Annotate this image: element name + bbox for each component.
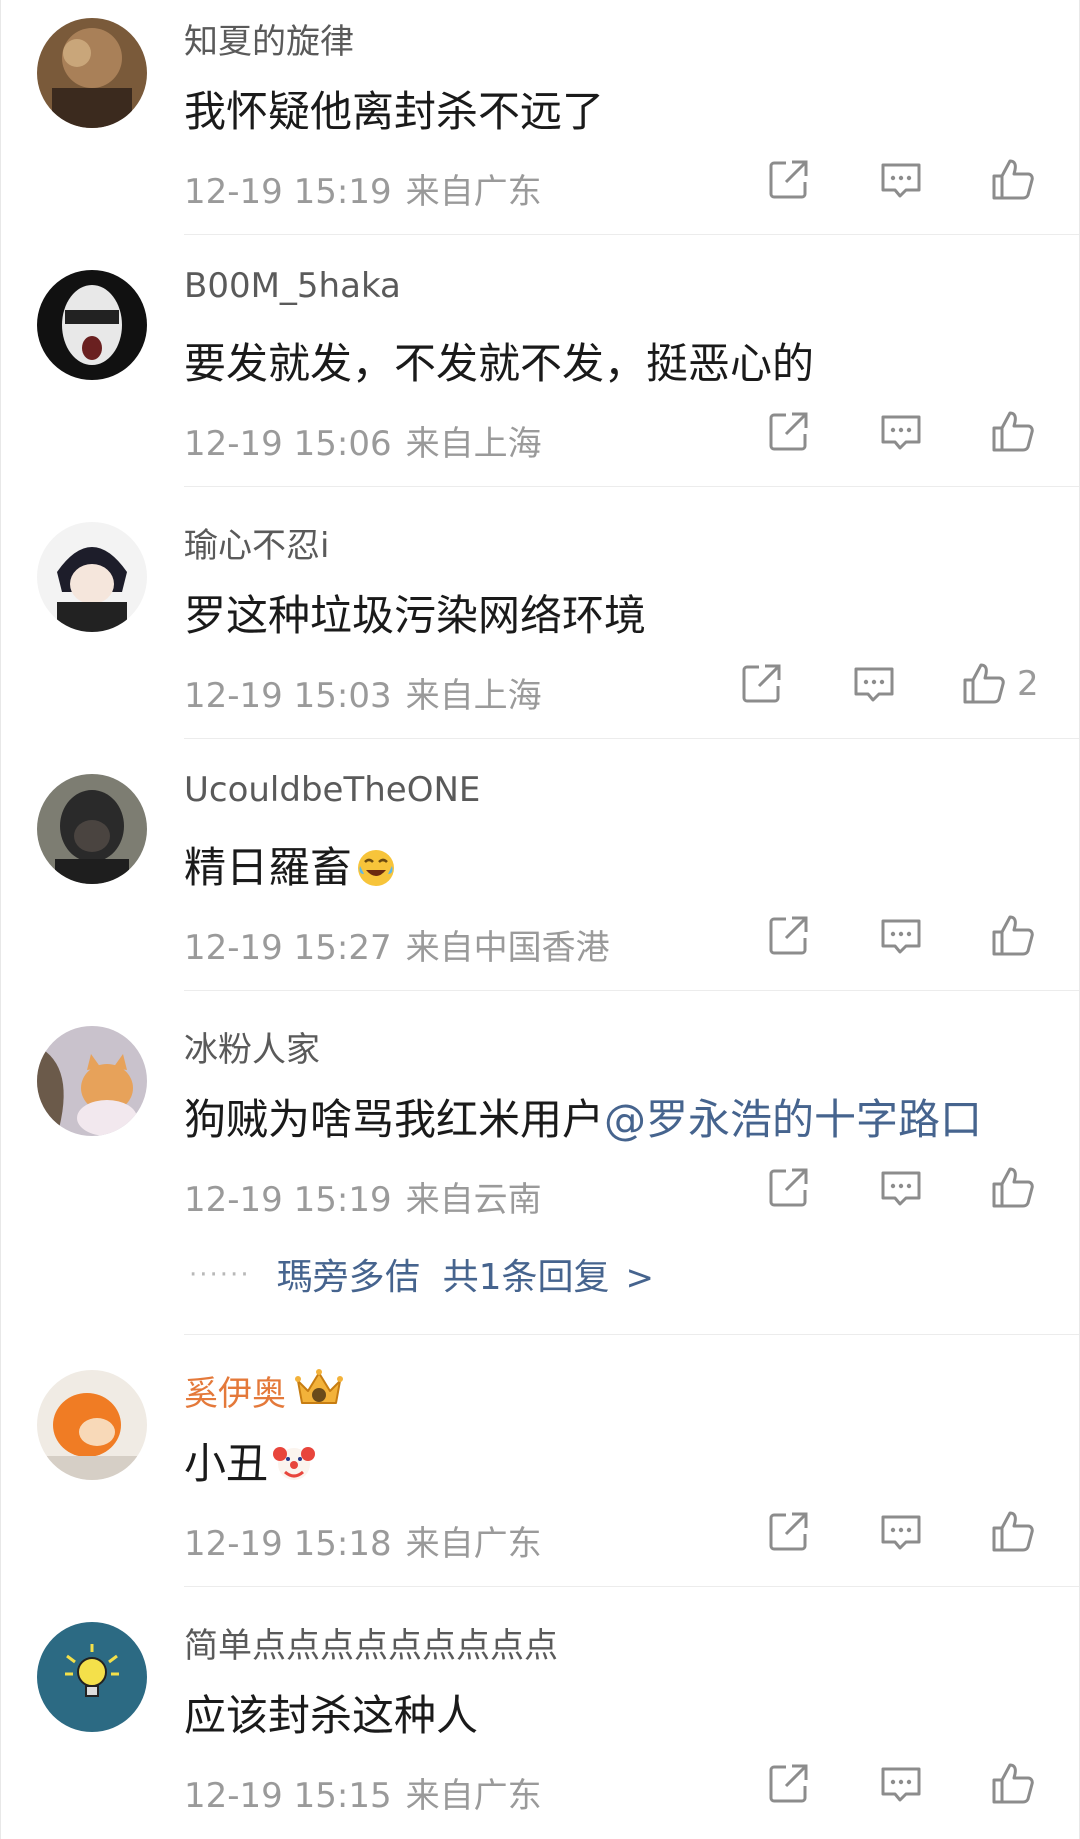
share-icon[interactable] — [766, 1508, 812, 1554]
share-icon[interactable] — [766, 1760, 812, 1806]
comment-list: 知夏的旋律 我怀疑他离封杀不远了 12-19 15:19 来自广东 B00M_5h… — [0, 0, 1080, 1839]
avatar[interactable] — [37, 1026, 147, 1136]
comment-text-body: 狗贼为啥骂我红米用户 — [184, 1095, 605, 1144]
divider — [184, 234, 1079, 235]
comment-meta: 12-19 15:06 来自上海 — [184, 416, 542, 465]
comment-icon[interactable] — [878, 1164, 924, 1210]
like-icon[interactable] — [990, 156, 1036, 202]
comment-meta: 12-19 15:27 来自中国香港 — [184, 920, 610, 969]
comment-meta: 12-19 15:03 来自上海 — [184, 668, 542, 717]
avatar[interactable] — [37, 774, 147, 884]
clown-emoji — [272, 1440, 316, 1494]
timestamp: 12-19 15:06 — [184, 424, 392, 464]
comment-text: 要发就发，不发就不发，挺恶心的 — [184, 339, 815, 388]
comment-text: 精日羅畜 — [184, 834, 396, 898]
username[interactable]: 奚伊奥 — [184, 1366, 344, 1418]
username-text: 奚伊奥 — [184, 1374, 286, 1414]
comment-text: 我怀疑他离封杀不远了 — [184, 87, 605, 136]
comment-meta: 12-19 15:19 来自云南 — [184, 1172, 542, 1221]
comment-text: 小丑 — [184, 1430, 316, 1494]
share-icon[interactable] — [766, 912, 812, 958]
comment-icon[interactable] — [878, 912, 924, 958]
share-icon[interactable] — [766, 408, 812, 454]
location: 来自上海 — [405, 676, 542, 716]
share-icon[interactable] — [739, 660, 785, 706]
username[interactable]: 简单点点点点点点点点点 — [184, 1618, 558, 1667]
avatar[interactable] — [37, 270, 147, 380]
comment-text-body: 小丑 — [184, 1439, 269, 1488]
comment-icon[interactable] — [851, 660, 897, 706]
divider — [184, 486, 1079, 487]
timestamp: 12-19 15:18 — [184, 1524, 392, 1564]
username[interactable]: 冰粉人家 — [184, 1022, 320, 1071]
timestamp: 12-19 15:19 — [184, 1180, 392, 1220]
timestamp: 12-19 15:15 — [184, 1776, 392, 1816]
share-icon[interactable] — [766, 156, 812, 202]
comment-icon[interactable] — [878, 1508, 924, 1554]
share-icon[interactable] — [766, 1164, 812, 1210]
location: 来自上海 — [405, 424, 542, 464]
reply-count: 共1条回复 — [442, 1257, 610, 1298]
avatar[interactable] — [37, 18, 147, 128]
avatar[interactable] — [37, 522, 147, 632]
comment-text: 应该封杀这种人 — [184, 1691, 479, 1740]
comment-text: 罗这种垃圾污染网络环境 — [184, 591, 647, 640]
comment-meta: 12-19 15:18 来自广东 — [184, 1516, 542, 1565]
like-count: 2 — [1017, 664, 1039, 704]
username[interactable]: UcouldbeTheONE — [184, 770, 480, 810]
comment-icon[interactable] — [878, 1760, 924, 1806]
vip-crown-icon — [294, 1367, 344, 1418]
comment-meta: 12-19 15:15 来自广东 — [184, 1768, 542, 1817]
like-icon[interactable] — [990, 1760, 1036, 1806]
timestamp: 12-19 15:03 — [184, 676, 392, 716]
location: 来自广东 — [405, 1776, 542, 1816]
reply-user: 瑪旁多佶 — [276, 1257, 421, 1298]
divider — [184, 1586, 1079, 1587]
like-icon[interactable] — [990, 408, 1036, 454]
comment-text-body: 精日羅畜 — [184, 843, 353, 892]
mention-link[interactable]: @罗永浩的十字路口 — [604, 1095, 982, 1144]
like-icon[interactable] — [990, 912, 1036, 958]
location: 来自广东 — [405, 1524, 542, 1564]
like-icon[interactable]: 2 — [961, 660, 1039, 706]
location: 来自中国香港 — [405, 928, 610, 968]
username[interactable]: 知夏的旋律 — [184, 14, 354, 63]
reply-dots: ······ — [189, 1260, 251, 1290]
view-replies-link[interactable]: ······ 瑪旁多佶 共1条回复 > — [189, 1248, 654, 1300]
like-icon[interactable] — [990, 1508, 1036, 1554]
like-icon[interactable] — [990, 1164, 1036, 1210]
location: 来自云南 — [405, 1180, 542, 1220]
timestamp: 12-19 15:19 — [184, 172, 392, 212]
avatar[interactable] — [37, 1370, 147, 1480]
comment-text: 狗贼为啥骂我红米用户@罗永浩的十字路口 — [184, 1086, 982, 1147]
comment-icon[interactable] — [878, 156, 924, 202]
comment-meta: 12-19 15:19 来自广东 — [184, 164, 542, 213]
divider — [184, 990, 1079, 991]
comment-icon[interactable] — [878, 408, 924, 454]
username[interactable]: 瑜心不忍i — [184, 518, 329, 567]
username[interactable]: B00M_5haka — [184, 266, 401, 306]
location: 来自广东 — [405, 172, 542, 212]
avatar[interactable] — [37, 1622, 147, 1732]
chevron-right-icon: > — [625, 1258, 655, 1298]
divider — [184, 1334, 1079, 1335]
tears-of-joy-emoji — [356, 848, 396, 898]
timestamp: 12-19 15:27 — [184, 928, 392, 968]
divider — [184, 738, 1079, 739]
